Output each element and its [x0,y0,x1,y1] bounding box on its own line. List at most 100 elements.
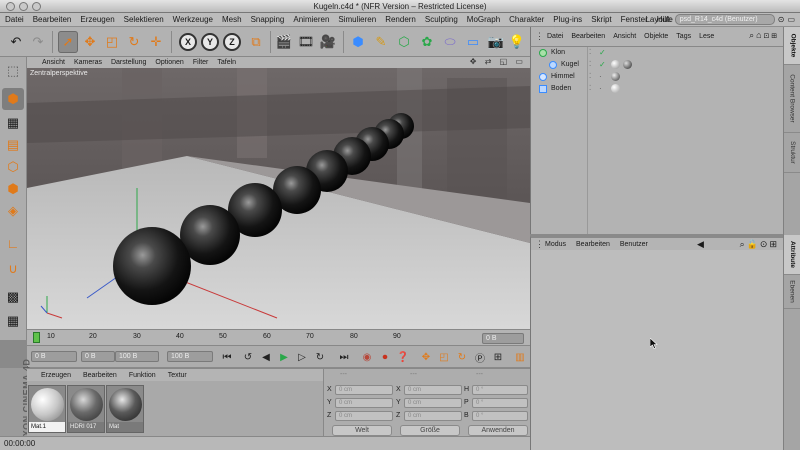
select-arrow-icon[interactable]: ➚ [58,31,78,53]
subdivision-surface-icon[interactable]: ⬡ [394,31,414,53]
light-icon[interactable]: 💡 [507,31,527,53]
parameter-key-icon[interactable]: Ⓟ [473,350,487,365]
layout-dropdown-icon[interactable]: ▭ [787,15,795,24]
attr-tool-icons[interactable]: ⌕🔒⊙⊞ [740,239,779,250]
rotation-b-field[interactable]: 0 ° [472,411,528,421]
points-mode-icon[interactable]: ⬡ [2,156,24,178]
minimize-window-button[interactable] [19,2,28,11]
coordinate-mode-select[interactable]: Welt [332,425,392,436]
recent-tool-icon[interactable]: ✛ [146,31,166,53]
deformer-icon[interactable]: ⬭ [440,31,460,53]
cube-primitive-icon[interactable]: ⬢ [348,31,368,53]
om-search-home-icons[interactable]: ⌕⌂⊡⊞ [749,30,779,41]
timeline-window-icon[interactable]: ▥ [513,350,527,364]
menu-plugins[interactable]: Plug-ins [553,15,582,24]
z-axis-lock-button[interactable]: Z [223,33,241,51]
scale-tool-icon[interactable]: ◰ [102,31,122,53]
viewport-menu-kameras[interactable]: Kameras [74,59,102,66]
render-picture-viewer-icon[interactable]: 🎞 [296,31,316,53]
viewport-menu-tafeln[interactable]: Tafeln [217,59,236,66]
axis-mode-icon[interactable]: ∟ [2,232,24,254]
menu-mograph[interactable]: MoGraph [467,15,500,24]
object-row[interactable]: Himmel ⁚ · [531,71,784,83]
render-view-icon[interactable]: 🎬 [274,31,294,53]
polygons-mode-icon[interactable]: ◈ [2,200,24,222]
record-active-icon[interactable]: ◉ [360,350,374,364]
menu-rendern[interactable]: Rendern [385,15,416,24]
size-z-field[interactable]: 0 cm [404,411,462,421]
position-key-icon[interactable]: ✥ [419,350,433,364]
material-menu-funktion[interactable]: Funktion [129,372,156,379]
material-swatch[interactable]: Mat [106,385,144,433]
rotate-tool-icon[interactable]: ↻ [124,31,144,53]
menu-werkzeuge[interactable]: Werkzeuge [173,15,213,24]
om-menu-datei[interactable]: Datei [547,33,563,40]
layout-view-icon[interactable]: ⊙ [778,15,785,24]
spline-pen-icon[interactable]: ✎ [371,31,391,53]
menu-fenster[interactable]: Fenster [621,15,648,24]
tab-attribute[interactable]: Attribute [784,235,800,275]
menu-mesh[interactable]: Mesh [222,15,242,24]
object-row[interactable]: Kugel ⁚ ✓ [531,59,784,71]
viewport-menu-optionen[interactable]: Optionen [155,59,183,66]
menu-skript[interactable]: Skript [591,15,611,24]
tab-content-browser[interactable]: Content Browser [784,65,800,133]
keyframe-selection-icon[interactable]: ❓ [396,350,410,364]
material-menu-erzeugen[interactable]: Erzeugen [41,372,71,379]
tab-objekte[interactable]: Objekte [784,27,800,65]
size-mode-select[interactable]: Größe [400,425,460,436]
next-key-icon[interactable]: ↻ [313,350,327,364]
om-menu-bearbeiten[interactable]: Bearbeiten [571,33,605,40]
om-menu-objekte[interactable]: Objekte [644,33,668,40]
size-y-field[interactable]: 0 cm [404,398,462,408]
position-y-field[interactable]: 0 cm [335,398,393,408]
timeline-playhead[interactable] [33,332,40,343]
undo-icon[interactable]: ↶ [6,31,26,53]
autokey-icon[interactable]: ⏺ [378,350,392,364]
previous-frame-icon[interactable]: ◀ [259,350,273,364]
panel-grip-icon[interactable]: ⋮ [535,31,544,42]
material-menu-bearbeiten[interactable]: Bearbeiten [83,372,117,379]
viewport-menu-darstellung[interactable]: Darstellung [111,59,146,66]
tab-ebenen[interactable]: Ebenen [784,275,800,309]
material-tag-icon[interactable] [623,60,632,69]
y-axis-lock-button[interactable]: Y [201,33,219,51]
end-frame-field[interactable]: 100 B [167,351,213,362]
menu-datei[interactable]: Datei [5,15,24,24]
next-frame-icon[interactable]: ▷ [295,350,309,364]
workplane-icon[interactable]: ▩ [2,286,24,308]
x-axis-lock-button[interactable]: X [179,33,197,51]
menu-simulieren[interactable]: Simulieren [338,15,376,24]
menu-charakter[interactable]: Charakter [509,15,544,24]
size-x-field[interactable]: 0 cm [404,385,462,395]
menu-sculpting[interactable]: Sculpting [425,15,458,24]
position-x-field[interactable]: 0 cm [335,385,393,395]
menu-snapping[interactable]: Snapping [251,15,285,24]
texture-mode-icon[interactable]: ▦ [2,112,24,134]
enabled-check-icon[interactable]: ✓ [599,59,606,71]
cloner-icon[interactable]: ✿ [417,31,437,53]
edges-mode-icon[interactable]: ⬢ [2,178,24,200]
rotation-key-icon[interactable]: ↻ [455,350,469,364]
om-menu-ansicht[interactable]: Ansicht [613,33,636,40]
menu-animieren[interactable]: Animieren [293,15,329,24]
viewport-menu-filter[interactable]: Filter [193,59,209,66]
point-level-key-icon[interactable]: ⊞ [491,350,505,364]
tab-struktur[interactable]: Struktur [784,133,800,173]
range-start-field[interactable]: 0 B [81,351,115,362]
enabled-dot-icon[interactable]: · [599,71,602,83]
position-z-field[interactable]: 0 cm [335,411,393,421]
close-window-button[interactable] [6,2,15,11]
om-menu-tags[interactable]: Tags [676,33,691,40]
material-menu-textur[interactable]: Textur [168,372,187,379]
zoom-window-button[interactable] [32,2,41,11]
snap-icon[interactable]: ∪ [2,258,24,280]
lock-workplane-icon[interactable]: ▦ [2,310,24,332]
material-tag-icon[interactable] [611,84,620,93]
workplane-mode-icon[interactable]: ▤ [2,134,24,156]
play-icon[interactable]: ▶ [277,350,291,364]
apply-button[interactable]: Anwenden [468,425,528,436]
enabled-dot-icon[interactable]: · [599,83,602,95]
previous-key-icon[interactable]: ↺ [241,350,255,364]
object-row[interactable]: Boden ⁚ · [531,83,784,95]
